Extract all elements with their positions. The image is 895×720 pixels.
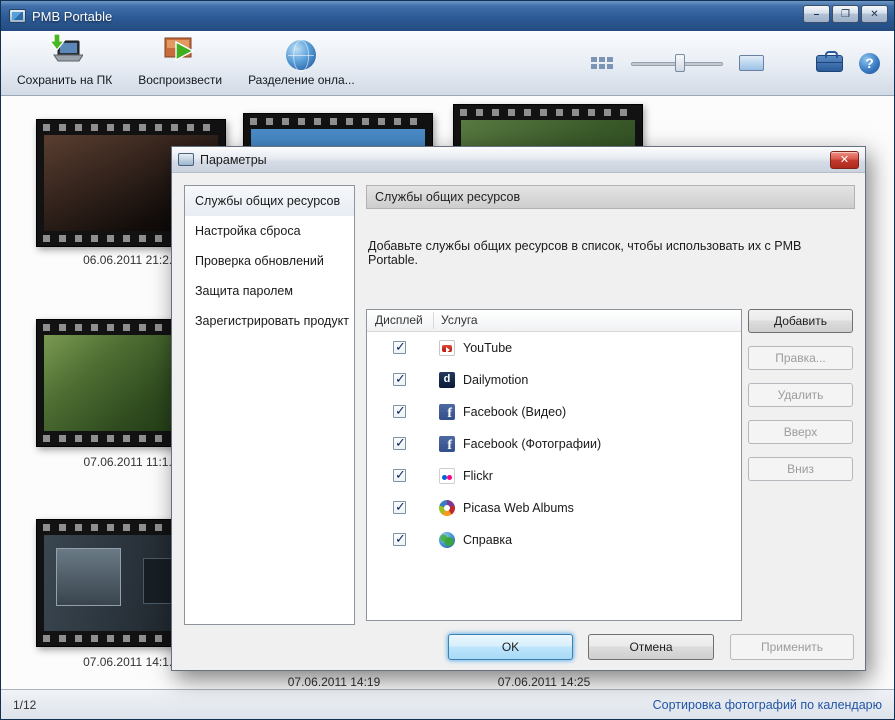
pmb-window: PMB Portable – ❐ ✕ Сохранить на ПК Воспр…	[0, 0, 895, 720]
service-name: Facebook (Видео)	[463, 405, 567, 419]
nav-item-sharing-services[interactable]: Службы общих ресурсов	[185, 186, 354, 216]
view-controls: ?	[591, 50, 880, 74]
help-button[interactable]: ?	[859, 52, 880, 74]
flickr-checkbox[interactable]: ✓	[393, 467, 406, 482]
minimize-button[interactable]: –	[803, 5, 830, 23]
zoom-slider-thumb[interactable]	[675, 54, 685, 72]
help-checkbox[interactable]: ✓	[393, 531, 406, 546]
delete-button[interactable]: Удалить	[748, 383, 853, 407]
service-name: Picasa Web Albums	[463, 501, 574, 515]
statusbar: 1/12 Сортировка фотографий по календарю	[1, 689, 894, 719]
check-icon: ✓	[395, 371, 406, 386]
film-holes	[43, 124, 219, 131]
add-button[interactable]: Добавить	[748, 309, 853, 333]
play-label: Воспроизвести	[138, 73, 223, 87]
minimize-icon: –	[813, 9, 820, 20]
column-display: Дисплей	[375, 313, 423, 327]
nav-item-reset-settings[interactable]: Настройка сброса	[185, 216, 354, 246]
window-controls: – ❐ ✕	[803, 1, 888, 23]
check-icon: ✓	[395, 339, 406, 354]
picasa-checkbox[interactable]: ✓	[393, 499, 406, 514]
service-name: Dailymotion	[463, 373, 529, 387]
dialog-close-button[interactable]: ✕	[830, 150, 859, 169]
sort-by-calendar-link[interactable]: Сортировка фотографий по календарю	[653, 698, 882, 712]
film-holes	[460, 109, 636, 116]
services-table: Дисплей Услуга ✓ YouTube ✓ Dailymotion ✓	[366, 309, 742, 621]
service-row-facebook-photos[interactable]: ✓ Facebook (Фотографии)	[367, 428, 741, 460]
film-holes	[250, 118, 426, 125]
check-icon: ✓	[395, 499, 406, 514]
service-row-help[interactable]: ✓ Справка	[367, 524, 741, 556]
dialog-nav-list: Службы общих ресурсов Настройка сброса П…	[184, 185, 355, 625]
column-service: Услуга	[441, 313, 478, 327]
service-name: YouTube	[463, 341, 513, 355]
cancel-button[interactable]: Отмена	[588, 634, 714, 660]
check-icon: ✓	[395, 435, 406, 450]
service-row-facebook-video[interactable]: ✓ Facebook (Видео)	[367, 396, 741, 428]
online-sharing-button[interactable]: Разделение онла...	[238, 33, 365, 93]
nav-item-register-product[interactable]: Зарегистрировать продукт	[185, 306, 354, 336]
save-to-pc-icon	[47, 33, 84, 70]
section-description: Добавьте службы общих ресурсов в список,…	[368, 239, 802, 267]
facebook-icon	[439, 436, 455, 454]
dailymotion-icon	[439, 372, 455, 388]
section-header: Службы общих ресурсов	[366, 185, 855, 209]
services-rows: ✓ YouTube ✓ Dailymotion ✓ Facebook (Виде…	[367, 332, 741, 556]
youtube-icon	[439, 340, 455, 356]
nav-item-password-protection[interactable]: Защита паролем	[185, 276, 354, 306]
edit-button[interactable]: Правка...	[748, 346, 853, 370]
options-dialog: Параметры ✕ Службы общих ресурсов Настро…	[171, 146, 866, 671]
column-separator	[433, 312, 434, 329]
briefcase-icon[interactable]	[816, 50, 843, 72]
close-button[interactable]: ✕	[861, 5, 888, 23]
photo-counter: 1/12	[13, 697, 37, 712]
nav-item-check-updates[interactable]: Проверка обновлений	[185, 246, 354, 276]
picasa-icon	[439, 500, 455, 516]
services-table-header: Дисплей Услуга	[367, 310, 741, 332]
app-icon	[9, 9, 26, 23]
dialog-title: Параметры	[200, 152, 267, 167]
online-globe-icon	[286, 40, 317, 70]
check-icon: ✓	[395, 467, 406, 482]
service-name: Справка	[463, 533, 513, 547]
photo-date-4: 07.06.2011 14:19	[287, 675, 381, 689]
photo-date-5: 07.06.2011 14:25	[497, 675, 591, 689]
youtube-checkbox[interactable]: ✓	[393, 339, 406, 354]
window-title: PMB Portable	[32, 8, 113, 24]
move-up-button[interactable]: Вверх	[748, 420, 853, 444]
check-icon: ✓	[395, 531, 406, 546]
close-icon: ✕	[870, 9, 879, 20]
play-button[interactable]: Воспроизвести	[128, 33, 232, 93]
toolbar: Сохранить на ПК Воспроизвести Разделение…	[1, 31, 894, 96]
check-icon: ✓	[395, 403, 406, 418]
apply-button[interactable]: Применить	[730, 634, 854, 660]
facebook-video-checkbox[interactable]: ✓	[393, 403, 406, 418]
single-image-icon[interactable]	[739, 55, 764, 71]
help-globe-icon	[439, 532, 455, 548]
service-name: Facebook (Фотографии)	[463, 437, 602, 451]
save-to-pc-label: Сохранить на ПК	[17, 73, 113, 87]
service-row-youtube[interactable]: ✓ YouTube	[367, 332, 741, 364]
maximize-icon: ❐	[841, 9, 850, 20]
maximize-button[interactable]: ❐	[832, 5, 859, 23]
facebook-photos-checkbox[interactable]: ✓	[393, 435, 406, 450]
dailymotion-checkbox[interactable]: ✓	[393, 371, 406, 386]
service-row-dailymotion[interactable]: ✓ Dailymotion	[367, 364, 741, 396]
ok-button[interactable]: OK	[448, 634, 573, 660]
facebook-icon	[439, 404, 455, 422]
dialog-icon	[178, 153, 194, 166]
zoom-slider[interactable]	[631, 53, 723, 73]
help-icon: ?	[865, 55, 874, 71]
flickr-icon	[439, 468, 455, 484]
titlebar: PMB Portable – ❐ ✕	[1, 1, 894, 31]
play-photo-icon	[163, 33, 197, 70]
dialog-titlebar: Параметры ✕	[172, 147, 865, 173]
online-sharing-label: Разделение онла...	[248, 73, 355, 87]
save-to-pc-button[interactable]: Сохранить на ПК	[7, 33, 122, 93]
service-row-flickr[interactable]: ✓ Flickr	[367, 460, 741, 492]
move-down-button[interactable]: Вниз	[748, 457, 853, 481]
service-row-picasa[interactable]: ✓ Picasa Web Albums	[367, 492, 741, 524]
service-name: Flickr	[463, 469, 493, 483]
thumbnails-grid-icon[interactable]	[591, 56, 613, 70]
